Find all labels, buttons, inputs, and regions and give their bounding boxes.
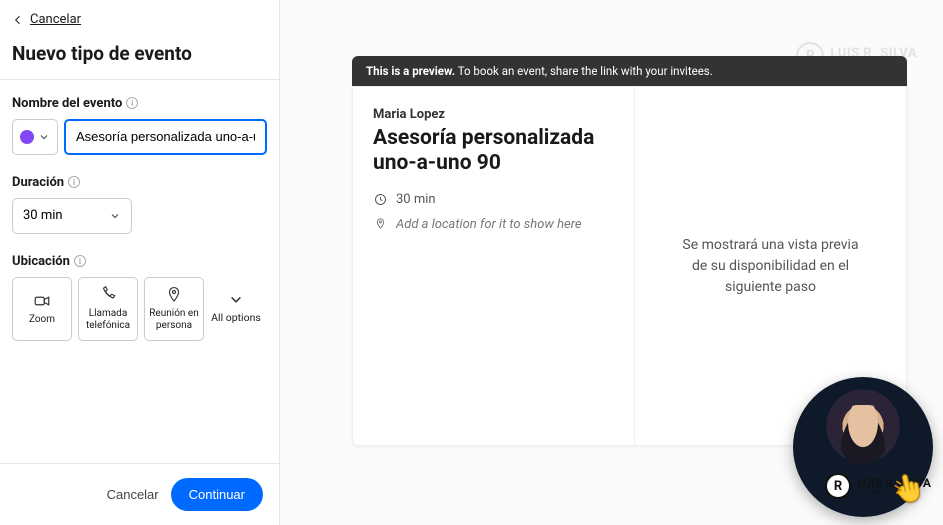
location-option-zoom[interactable]: Zoom [12,277,72,341]
preview-banner-bold: This is a preview. [366,64,455,78]
brand-name: LUIS R. SILVA [830,47,917,60]
phone-icon [99,286,117,304]
divider [0,79,279,80]
video-icon [33,292,51,310]
event-color-picker[interactable] [12,119,58,155]
cancel-label: Cancelar [30,12,81,27]
location-option-phone[interactable]: Llamada telefónica [78,277,138,341]
preview-location-text: Add a location for it to show here [396,217,582,232]
location-option-label: Zoom [29,314,55,326]
location-label: Ubicación i [12,254,267,269]
preview-banner-text: To book an event, share the link with yo… [458,64,713,78]
brand-initial: R [825,473,851,499]
chevron-down-icon [229,293,243,307]
chevron-down-icon [38,131,50,143]
event-name-label: Nombre del evento i [12,96,267,111]
chevron-left-icon [12,14,24,26]
cancel-button[interactable]: Cancelar [107,487,159,502]
brand-sub: LUISRSILVA [857,490,931,496]
back-cancel-link[interactable]: Cancelar [12,10,81,29]
location-option-label: Llamada telefónica [83,308,133,332]
location-all-options[interactable]: All options [210,277,262,341]
preview-host: Maria Lopez [373,107,614,122]
sidebar-footer: Cancelar Continuar [0,463,279,525]
brand-name: LUIS R. SILVA [857,476,931,490]
preview-duration: 30 min [373,192,614,207]
info-icon: i [126,97,138,109]
preview-location-hint: Add a location for it to show here [373,217,614,232]
all-options-label: All options [211,311,261,324]
duration-select[interactable]: 30 min [12,198,132,234]
event-name-input[interactable] [64,119,267,155]
continue-button[interactable]: Continuar [171,478,263,511]
page-title: Nuevo tipo de evento [12,42,267,65]
pin-icon [165,286,183,304]
color-swatch [20,130,34,144]
clock-icon [373,192,388,207]
preview-event-title: Asesoría personalizada uno-a-uno 90 [373,126,614,176]
location-option-label: Reunión en persona [149,308,199,332]
info-icon: i [74,255,86,267]
presenter-brand-overlay: R LUIS R. SILVA LUISRSILVA [825,473,931,499]
info-icon: i [68,176,80,188]
duration-label: Duración i [12,175,267,190]
location-option-inperson[interactable]: Reunión en persona [144,277,204,341]
preview-area: R LUIS R. SILVA LUISRSILVA This is a pre… [280,0,943,525]
duration-value: 30 min [23,208,63,223]
chevron-down-icon [109,210,121,222]
preview-availability-message: Se mostrará una vista previa de su dispo… [675,235,866,298]
pin-icon [373,217,388,232]
settings-sidebar: Cancelar Nuevo tipo de evento Nombre del… [0,0,280,525]
brand-initial: R [796,42,824,70]
watermark: R LUIS R. SILVA LUISRSILVA [796,42,917,70]
preview-duration-text: 30 min [396,192,436,207]
